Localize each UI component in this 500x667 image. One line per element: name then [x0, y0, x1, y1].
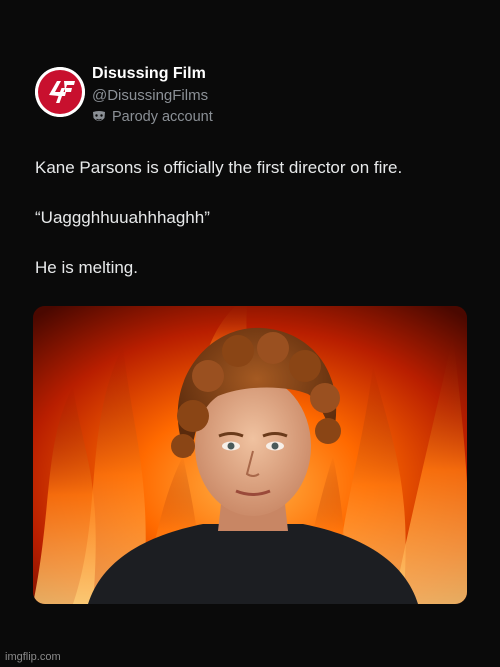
parody-label: Parody account [92, 109, 213, 125]
imgflip-watermark: imgflip.com [5, 651, 61, 663]
parody-text: Parody account [112, 109, 213, 125]
tweet-text-line: Kane Parsons is officially the first dir… [35, 158, 403, 177]
tweet-media-image[interactable] [33, 306, 467, 604]
photo-man-flames [33, 306, 467, 604]
tweet-text-line: “Uaggghhuuahhhaghh” [35, 208, 210, 227]
logo-4f-icon [35, 67, 85, 117]
tweet-post: Disussing Film @DisussingFilms Parody ac… [0, 0, 500, 667]
tweet-text-line: He is melting. [35, 258, 138, 277]
avatar[interactable] [35, 67, 85, 117]
account-handle[interactable]: @DisussingFilms [92, 87, 208, 104]
mask-icon [93, 111, 105, 121]
display-name[interactable]: Disussing Film [92, 65, 206, 83]
